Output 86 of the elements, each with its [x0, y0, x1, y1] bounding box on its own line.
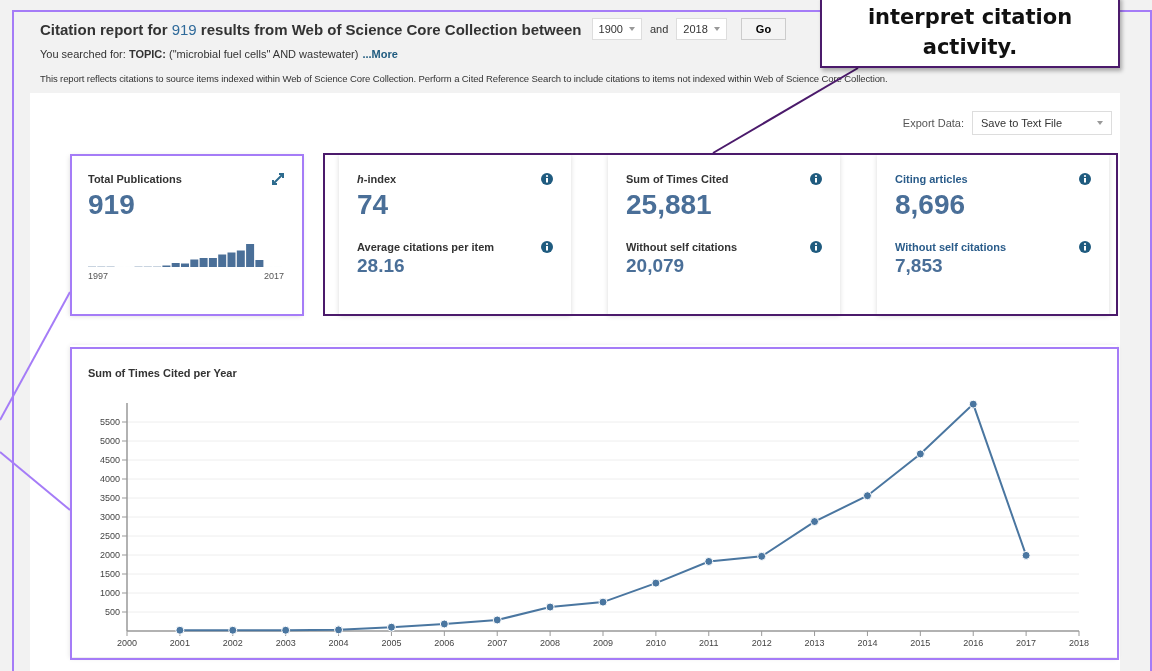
- y-tick-label: 3000: [99, 512, 120, 522]
- year-from-dropdown[interactable]: 1900: [591, 18, 642, 40]
- card-value: 8,696: [895, 189, 967, 221]
- x-tick-label: 2011: [699, 638, 719, 648]
- x-tick-label: 2016: [963, 638, 984, 648]
- y-tick-label: 1000: [99, 588, 120, 598]
- card-subvalue: 7,853: [895, 255, 944, 277]
- y-tick-label: 4000: [99, 474, 120, 484]
- x-tick-label: 2006: [434, 638, 455, 648]
- data-point: [281, 625, 291, 635]
- data-point: [968, 399, 978, 409]
- card-subvalue: 20,079: [626, 255, 686, 277]
- data-point: [545, 602, 555, 612]
- x-tick-label: 2018: [1069, 638, 1089, 648]
- card-title: h-index: [357, 173, 397, 185]
- search-summary: You searched for: TOPIC: ("microbial fuel cells" AND wastewater): [40, 48, 359, 60]
- card-subvalue: 28.16: [357, 255, 406, 277]
- end-year: 2017: [263, 271, 284, 281]
- card-value: 919: [88, 189, 136, 221]
- card-subtitle[interactable]: Without self citations: [895, 241, 1007, 253]
- x-tick-label: 2008: [540, 638, 561, 648]
- card-value: 74: [357, 189, 390, 221]
- data-point: [228, 625, 238, 635]
- chart-title: Sum of Times Cited per Year: [87, 367, 238, 379]
- x-tick-label: 2004: [328, 638, 349, 648]
- info-icon[interactable]: [1079, 241, 1091, 253]
- card-title: Total Publications: [88, 173, 182, 185]
- x-tick-label: 2002: [222, 638, 243, 648]
- x-tick-label: 2010: [645, 638, 666, 648]
- info-icon[interactable]: [810, 173, 822, 185]
- x-tick-label: 2013: [804, 638, 825, 648]
- y-tick-label: 5500: [99, 417, 120, 427]
- card-title: Sum of Times Cited: [626, 173, 729, 185]
- x-tick-label: 2015: [910, 638, 931, 648]
- x-tick-label: 2007: [487, 638, 508, 648]
- data-point: [334, 625, 344, 635]
- export-label: Export Data:: [902, 117, 964, 129]
- data-point: [598, 597, 608, 607]
- report-title: Citation report for 919 results from Web of Science Core Collection between: [40, 20, 582, 38]
- caret-icon: [629, 27, 635, 31]
- data-point: [757, 551, 767, 561]
- x-tick-label: 2003: [275, 638, 296, 648]
- y-tick-label: 5000: [99, 436, 120, 446]
- data-point: [704, 556, 714, 566]
- data-point: [492, 615, 502, 625]
- y-tick-label: 3500: [99, 493, 120, 503]
- info-icon[interactable]: [541, 241, 553, 253]
- x-tick-label: 2014: [857, 638, 878, 648]
- y-tick-label: 2000: [99, 550, 120, 560]
- x-tick-label: 2005: [381, 638, 402, 648]
- more-link[interactable]: ...More: [362, 48, 398, 60]
- caret-icon: [1097, 121, 1103, 125]
- expand-icon[interactable]: [272, 173, 284, 185]
- data-point: [862, 491, 872, 501]
- card-subtitle: Without self citations: [626, 241, 738, 253]
- and-label: and: [650, 23, 669, 35]
- data-point: [439, 619, 449, 629]
- data-point: [1021, 550, 1031, 560]
- x-tick-label: 2009: [593, 638, 613, 648]
- x-tick-label: 2000: [117, 638, 137, 648]
- info-icon[interactable]: [1079, 173, 1091, 185]
- callout-text: interpret citation: [867, 4, 1073, 31]
- go-button[interactable]: Go: [740, 18, 787, 40]
- x-tick-label: 2017: [1016, 638, 1037, 648]
- data-point: [810, 517, 820, 527]
- export-dropdown[interactable]: Save to Text File: [972, 111, 1112, 135]
- data-point: [915, 449, 925, 459]
- y-tick-label: 2500: [99, 531, 120, 541]
- year-to-dropdown[interactable]: 2018: [676, 18, 727, 40]
- data-point: [175, 625, 185, 635]
- data-point: [651, 578, 661, 588]
- callout-text: activity.: [922, 34, 1018, 61]
- caret-icon: [713, 27, 720, 31]
- start-year: 1997: [88, 271, 109, 281]
- y-tick-label: 500: [104, 607, 120, 617]
- card-value: 25,881: [626, 189, 713, 221]
- info-icon[interactable]: [810, 241, 822, 253]
- data-point: [386, 622, 396, 632]
- x-tick-label: 2001: [169, 638, 190, 648]
- y-tick-label: 1500: [99, 569, 120, 579]
- card-subtitle: Average citations per item: [357, 241, 495, 253]
- info-icon[interactable]: [541, 173, 553, 185]
- x-tick-label: 2012: [751, 638, 772, 648]
- card-title[interactable]: Citing articles: [895, 173, 968, 185]
- leader-line: [0, 451, 71, 511]
- y-tick-label: 4500: [99, 455, 120, 465]
